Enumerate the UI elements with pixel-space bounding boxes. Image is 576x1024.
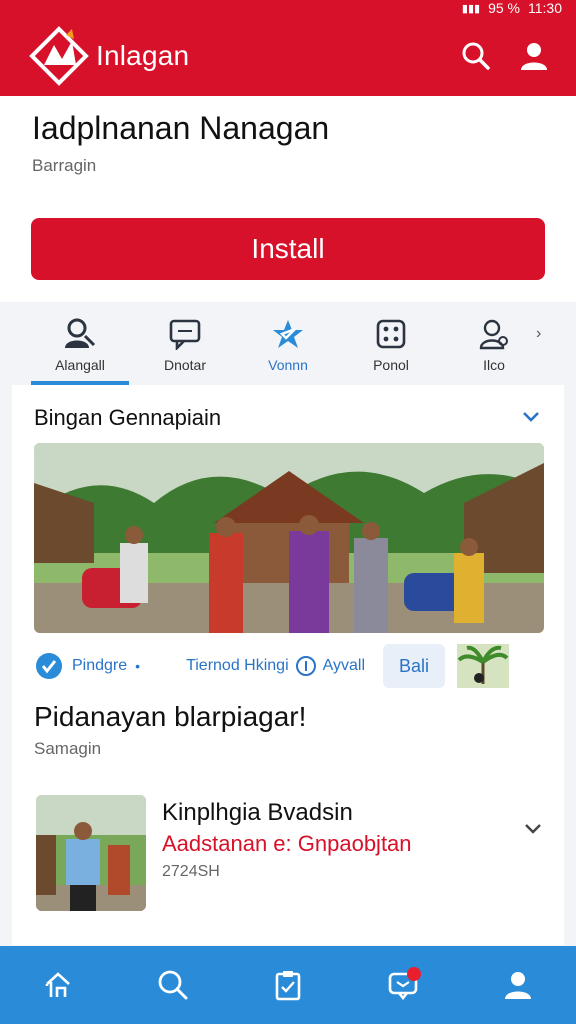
nav-profile-button[interactable]	[490, 957, 546, 1013]
list-item-subtitle: Aadstanan e: Gnpaobjtan	[162, 831, 412, 856]
person-search-icon	[62, 317, 98, 351]
section-subtitle: Samagin	[34, 739, 102, 758]
install-button[interactable]: Install	[31, 218, 545, 280]
nav-search-button[interactable]	[145, 957, 201, 1013]
home-icon	[45, 972, 70, 997]
star-badge-icon	[270, 317, 306, 351]
tab-dnotar[interactable]: Dnotar	[133, 303, 237, 385]
signal-icon: ▮▮▮	[461, 2, 481, 15]
post-meta-row: Pindgre • Tiernod Hkingi Ayvall Bali	[34, 643, 544, 689]
search-icon	[462, 42, 490, 70]
tab-vonnn[interactable]: Vonnn	[236, 303, 340, 385]
content-card: Bingan Gennapiain Pindgre • Tiernod Hkin…	[12, 385, 564, 945]
app-logo[interactable]	[28, 25, 90, 87]
verified-check-icon	[36, 653, 62, 679]
verified-label[interactable]: Pindgre	[72, 657, 127, 675]
page-subtitle: Barragin	[32, 156, 97, 175]
chevron-down-icon[interactable]	[522, 817, 544, 839]
list-item-thumbnail	[36, 795, 146, 911]
tab-bar: Alangall Dnotar Vonnn Ponol Ilco ›	[0, 303, 576, 385]
nav-clipboard-button[interactable]	[260, 957, 316, 1013]
tab-label: Vonnn	[268, 357, 308, 373]
bottom-navigation	[0, 946, 576, 1024]
profile-icon	[505, 972, 532, 999]
nav-home-button[interactable]	[30, 957, 86, 1013]
tabs-scroll-right-icon[interactable]: ›	[536, 325, 541, 343]
tab-label: Alangall	[55, 357, 105, 373]
nav-messages-button[interactable]	[375, 957, 431, 1013]
chevron-down-icon[interactable]	[520, 405, 542, 427]
profile-settings-icon	[476, 317, 512, 351]
status-time: 11:30	[528, 0, 562, 16]
search-icon	[158, 970, 188, 1000]
tab-label: Dnotar	[163, 357, 207, 373]
card-title: Bingan Gennapiain	[34, 405, 222, 430]
profile-icon	[521, 43, 547, 70]
page-title: Iadplnanan Nanagan	[32, 110, 330, 146]
meta-label[interactable]: Tiernod Hkingi	[186, 657, 289, 675]
chat-icon	[167, 317, 203, 351]
app-header-section: Iadplnanan Nanagan Barragin Install	[0, 96, 576, 302]
battery-level: 95 %	[488, 0, 520, 16]
availability-label[interactable]: Ayvall	[323, 657, 365, 675]
tab-ponol[interactable]: Ponol	[339, 303, 443, 385]
search-button[interactable]	[456, 36, 496, 76]
village-photo[interactable]	[34, 443, 544, 633]
tab-label: Ilco	[483, 357, 505, 373]
section-title: Pidanayan blarpiagar!	[34, 701, 307, 732]
tab-alangall[interactable]: Alangall	[28, 303, 132, 385]
clipboard-icon	[275, 971, 301, 1001]
location-chip[interactable]: Bali	[383, 644, 446, 688]
search-icon	[295, 656, 316, 676]
status-bar: ▮▮▮ 95 % 11:30	[0, 0, 576, 16]
list-item-title: Kinplhgia Bvadsin	[162, 799, 353, 826]
list-item[interactable]: Kinplhgia Bvadsin Aadstanan e: Gnpaobjta…	[34, 795, 544, 915]
dot-separator: •	[135, 658, 141, 674]
tab-label: Ponol	[373, 357, 409, 373]
palm-thumbnail[interactable]	[457, 644, 510, 688]
app-title: Inlagan	[96, 40, 190, 71]
app-bar: Inlagan	[0, 16, 576, 96]
account-button[interactable]	[514, 36, 554, 76]
tab-ilco[interactable]: Ilco	[442, 303, 546, 385]
list-item-meta: 2724SH	[162, 863, 220, 880]
grid-dots-icon	[373, 317, 409, 351]
